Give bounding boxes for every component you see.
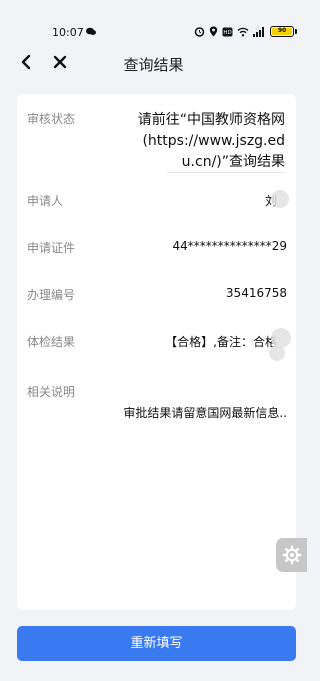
- battery-icon: 90: [270, 26, 297, 37]
- hd-icon: HD: [222, 27, 233, 36]
- status-divider: [167, 172, 285, 173]
- note-label: 相关说明: [27, 385, 76, 399]
- blur-mask: [269, 345, 285, 361]
- page-title: 查询结果: [123, 56, 184, 74]
- status-value: 请前往“中国教师资格网(https://www.jszg.edu.cn/)”查询…: [137, 112, 285, 170]
- status-label: 审核状态: [27, 112, 76, 126]
- message-icon: [86, 27, 96, 35]
- floating-settings-button[interactable]: [276, 538, 307, 572]
- nav-bar: 查询结果: [0, 44, 307, 84]
- id-row: 申请证件 44**************29: [27, 239, 287, 259]
- applicant-row: 申请人 刘: [27, 190, 289, 212]
- health-row: 体检结果 【合格】,备注：合格: [27, 328, 291, 361]
- gear-icon: [282, 545, 301, 565]
- battery-level: 90: [272, 28, 292, 35]
- blur-mask: [271, 190, 289, 208]
- status-icons: HD 90: [194, 26, 297, 37]
- number-value: 35416758: [225, 286, 287, 300]
- note-row: 相关说明 审批结果请留意国网最新信息..: [27, 383, 287, 423]
- svg-text:HD: HD: [223, 30, 231, 36]
- health-label: 体检结果: [27, 335, 76, 349]
- refill-button[interactable]: 重新填写: [17, 626, 296, 661]
- note-value: 审批结果请留意国网最新信息..: [123, 406, 287, 420]
- status-row: 审核状态 请前往“中国教师资格网(https://www.jszg.edu.cn…: [27, 110, 287, 174]
- status-bar: 10:07 HD 90: [0, 0, 307, 40]
- location-icon: [209, 26, 218, 37]
- status-time: 10:07: [52, 26, 84, 39]
- number-label: 办理编号: [27, 288, 76, 302]
- health-value: 【合格】,备注：合格: [165, 335, 277, 349]
- wifi-icon: [237, 27, 249, 36]
- alarm-icon: [194, 27, 205, 37]
- result-card: 审核状态 请前往“中国教师资格网(https://www.jszg.edu.cn…: [17, 94, 296, 610]
- signal-icon: [253, 26, 264, 37]
- id-label: 申请证件: [27, 241, 76, 255]
- id-value: 44**************29: [172, 239, 287, 253]
- number-row: 办理编号 35416758: [27, 286, 287, 306]
- applicant-label: 申请人: [27, 194, 64, 208]
